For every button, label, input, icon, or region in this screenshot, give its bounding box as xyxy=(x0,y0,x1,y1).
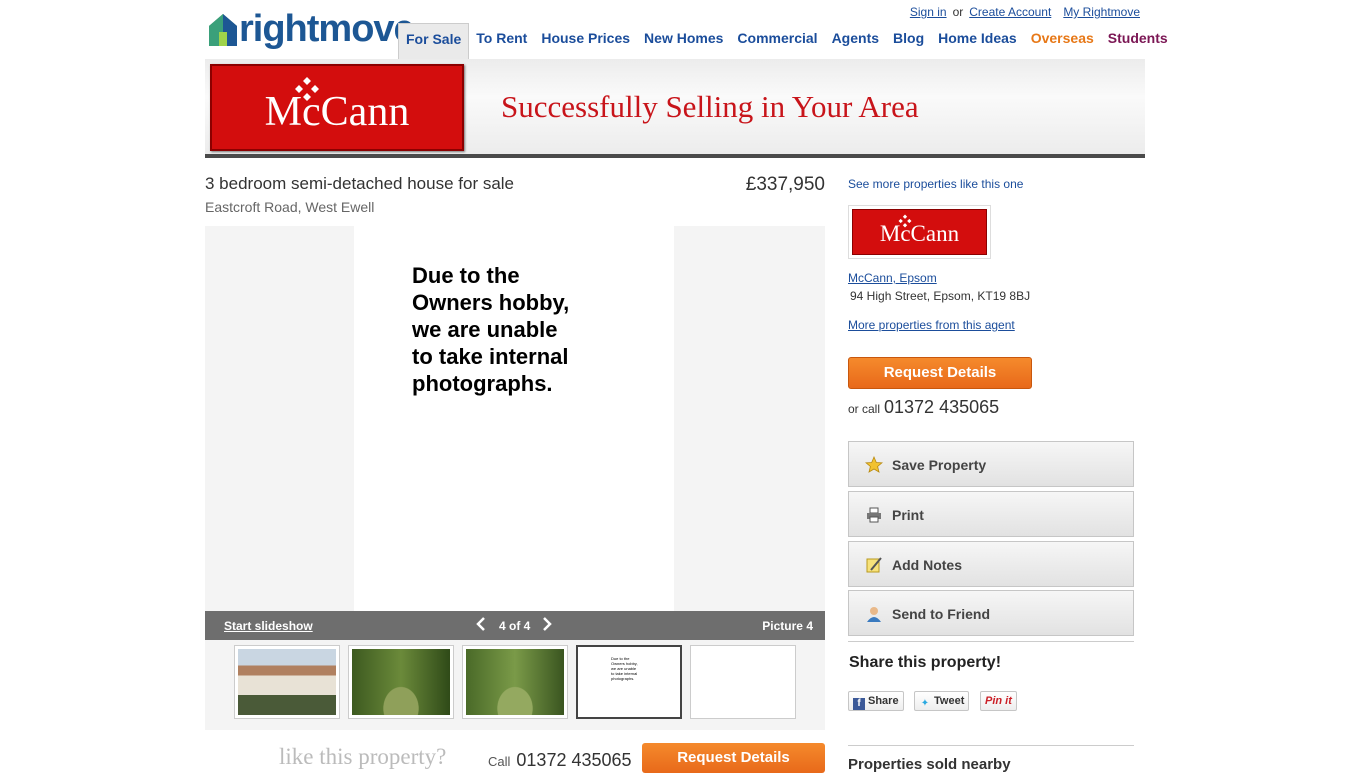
divider xyxy=(848,641,1134,642)
call-number-bottom: Call 01372 435065 xyxy=(488,750,632,770)
agent-banner[interactable]: McCann Successfully Selling in Your Area xyxy=(205,59,1145,158)
nav-to-rent[interactable]: To Rent xyxy=(469,23,534,59)
rightmove-logo[interactable]: rightmove xyxy=(205,8,415,50)
print-button[interactable]: Print xyxy=(848,491,1134,537)
nav-blog[interactable]: Blog xyxy=(886,23,931,59)
divider xyxy=(848,745,1134,746)
or-call-text: or call 01372 435065 xyxy=(848,397,1000,417)
nav-overseas[interactable]: Overseas xyxy=(1024,23,1101,59)
property-title: 3 bedroom semi-detached house for sale xyxy=(205,174,515,193)
notepad-icon xyxy=(865,556,883,574)
print-label: Print xyxy=(892,507,924,523)
sign-in-link[interactable]: Sign in xyxy=(910,5,947,19)
person-icon xyxy=(865,605,883,623)
banner-brand-text: McCann xyxy=(264,89,410,135)
account-links: Sign in or Create Account My Rightmove xyxy=(910,5,1140,19)
thumbnail-1[interactable] xyxy=(234,645,340,719)
share-title: Share this property! xyxy=(849,654,1002,671)
send-to-friend-button[interactable]: Send to Friend xyxy=(848,590,1134,636)
logo-text: rightmove xyxy=(239,8,415,50)
request-details-button[interactable]: Request Details xyxy=(848,357,1032,389)
photo-counter: 4 of 4 xyxy=(499,619,531,633)
main-photo-message: Due to the Owners hobby, we are unable t… xyxy=(412,263,570,396)
agent-logo[interactable]: McCann xyxy=(848,205,991,259)
nav-home-ideas[interactable]: Home Ideas xyxy=(931,23,1024,59)
agent-address: 94 High Street, Epsom, KT19 8BJ xyxy=(850,289,1031,303)
add-notes-button[interactable]: Add Notes xyxy=(848,541,1134,587)
phone-bottom[interactable]: 01372 435065 xyxy=(516,750,631,770)
nav-agents[interactable]: Agents xyxy=(825,23,886,59)
my-rightmove-link[interactable]: My Rightmove xyxy=(1063,5,1140,19)
photo-gallery: Due to the Owners hobby, we are unable t… xyxy=(205,226,825,611)
thumbnail-3[interactable] xyxy=(462,645,568,719)
create-account-link[interactable]: Create Account xyxy=(969,5,1051,19)
previous-arrow-icon[interactable] xyxy=(475,616,487,637)
next-arrow-icon[interactable] xyxy=(541,616,553,637)
nav-for-sale[interactable]: For Sale xyxy=(398,23,470,59)
facebook-icon: f xyxy=(853,698,865,710)
like-property-text: like this property? xyxy=(279,744,447,769)
add-notes-label: Add Notes xyxy=(892,557,962,573)
thumbnail-4-text: Due to the Owners hobby, we are unable t… xyxy=(611,656,638,681)
mccann-banner-logo: McCann xyxy=(210,64,464,151)
thumbnail-4[interactable]: Due to the Owners hobby, we are unable t… xyxy=(576,645,682,719)
nav-new-homes[interactable]: New Homes xyxy=(637,23,730,59)
main-nav: For Sale To Rent House Prices New Homes … xyxy=(398,23,1175,59)
pinterest-pin-button[interactable]: Pin it xyxy=(980,691,1017,711)
save-property-button[interactable]: Save Property xyxy=(848,441,1134,487)
printer-icon xyxy=(865,506,883,524)
property-price: £337,950 xyxy=(745,174,825,195)
main-photo[interactable]: Due to the Owners hobby, we are unable t… xyxy=(354,226,674,611)
or-text: or xyxy=(952,5,964,19)
picture-label: Picture 4 xyxy=(762,619,813,633)
save-property-label: Save Property xyxy=(892,457,987,473)
star-icon xyxy=(864,455,884,474)
phone-number[interactable]: 01372 435065 xyxy=(884,397,999,417)
thumbnail-2[interactable] xyxy=(348,645,454,719)
thumbnail-strip: Due to the Owners hobby, we are unable t… xyxy=(205,640,825,730)
sold-nearby-heading: Properties sold nearby xyxy=(848,756,1011,773)
facebook-share-button[interactable]: f Share xyxy=(848,691,904,711)
agent-logo-text: McCann xyxy=(879,221,960,246)
see-more-link[interactable]: See more properties like this one xyxy=(848,177,1023,191)
agent-name-link[interactable]: McCann, Epsom xyxy=(848,271,937,285)
thumbnail-empty xyxy=(690,645,796,719)
banner-tagline: Successfully Selling in Your Area xyxy=(501,89,919,124)
nav-house-prices[interactable]: House Prices xyxy=(534,23,637,59)
start-slideshow-link[interactable]: Start slideshow xyxy=(224,619,313,633)
more-from-agent-link[interactable]: More properties from this agent xyxy=(848,318,1015,332)
twitter-tweet-button[interactable]: ✦ Tweet xyxy=(914,691,970,711)
nav-commercial[interactable]: Commercial xyxy=(730,23,824,59)
gallery-controls: Start slideshow 4 of 4 Picture 4 xyxy=(205,611,825,640)
request-details-button-bottom[interactable]: Request Details xyxy=(642,743,825,773)
twitter-bird-icon: ✦ xyxy=(920,698,930,709)
nav-students[interactable]: Students xyxy=(1101,23,1175,59)
property-address: Eastcroft Road, West Ewell xyxy=(205,199,375,215)
send-to-friend-label: Send to Friend xyxy=(892,606,990,622)
house-logo-icon xyxy=(209,14,237,46)
